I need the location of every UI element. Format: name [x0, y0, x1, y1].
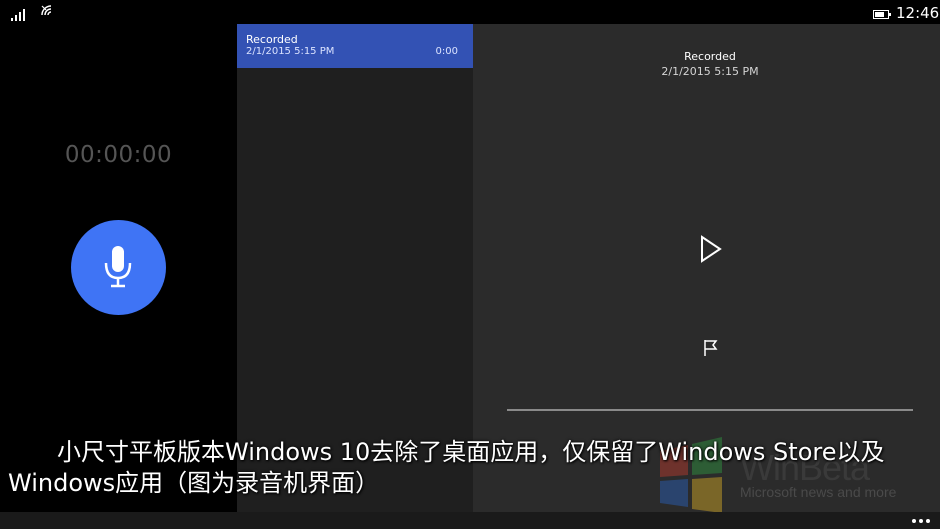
detail-date: 2/1/2015 5:15 PM — [661, 65, 759, 78]
caption-line-1: 小尺寸平板版本Windows 10去除了桌面应用，仅保留了Windows Sto… — [57, 438, 885, 466]
flag-icon[interactable] — [702, 338, 720, 358]
play-icon[interactable] — [698, 234, 724, 264]
microphone-icon — [104, 246, 132, 288]
signal-icon — [11, 9, 25, 21]
recording-title: Recorded — [246, 33, 298, 46]
detail-title: Recorded — [684, 50, 736, 63]
status-bar: 12:46 — [0, 0, 940, 24]
more-icon[interactable] — [910, 515, 932, 527]
record-button[interactable] — [71, 220, 166, 315]
wifi-icon — [41, 5, 52, 16]
recording-date: 2/1/2015 5:15 PM — [246, 46, 335, 57]
status-time: 12:46 — [896, 4, 940, 22]
app-bar — [0, 512, 940, 529]
recording-duration: 0:00 — [435, 46, 458, 57]
recording-timer: 00:00:00 — [64, 142, 173, 168]
playback-progress-bar[interactable] — [507, 409, 913, 411]
list-item[interactable]: Recorded 2/1/2015 5:15 PM 0:00 — [237, 24, 473, 68]
caption-line-2: Windows应用（图为录音机界面） — [8, 469, 380, 497]
battery-icon — [873, 10, 891, 19]
